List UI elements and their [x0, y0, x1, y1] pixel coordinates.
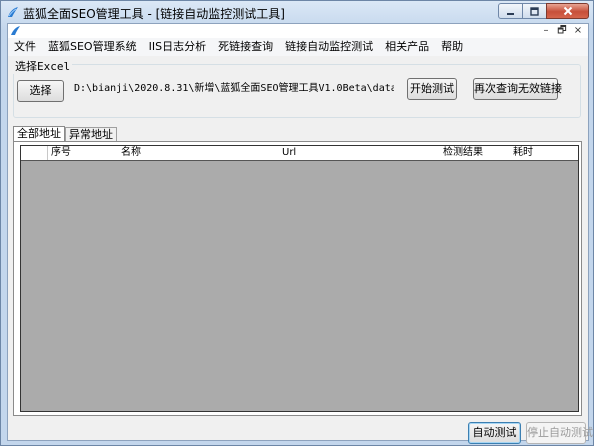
mdi-child-bar: – 🗗 × — [8, 24, 588, 39]
file-path-field[interactable]: D:\bianji\2020.8.31\新增\蓝狐全面SEO管理工具V1.0Be… — [74, 80, 394, 98]
window-controls — [498, 3, 589, 20]
results-grid[interactable]: 序号 名称 Url 检测结果 耗时 — [20, 145, 579, 412]
mdi-controls: – 🗗 × — [538, 24, 586, 37]
menu-help[interactable]: 帮助 — [435, 38, 469, 56]
excel-group-legend: 选择Excel — [13, 58, 73, 74]
select-file-button[interactable]: 选择 — [17, 80, 64, 102]
menu-iis-log[interactable]: IIS日志分析 — [143, 38, 212, 56]
tab-strip: 全部地址 异常地址 — [13, 126, 117, 142]
column-header-name[interactable]: 名称 — [121, 146, 141, 160]
grid-header: 序号 名称 Url 检测结果 耗时 — [21, 146, 578, 161]
minimize-button[interactable] — [498, 3, 523, 19]
tab-abnormal-addresses[interactable]: 异常地址 — [65, 127, 117, 142]
menu-dead-link[interactable]: 死链接查询 — [212, 38, 279, 56]
app-fox-icon — [8, 7, 18, 17]
menu-link-monitor[interactable]: 链接自动监控测试 — [279, 38, 379, 56]
mdi-close-button[interactable]: × — [570, 24, 586, 37]
window-title: 蓝狐全面SEO管理工具 - [链接自动监控测试工具] — [23, 7, 285, 21]
column-header-result[interactable]: 检测结果 — [443, 146, 483, 160]
title-bar[interactable]: 蓝狐全面SEO管理工具 - [链接自动监控测试工具] — [1, 1, 593, 23]
column-header-duration[interactable]: 耗时 — [513, 146, 533, 160]
menu-seo-system[interactable]: 蓝狐SEO管理系统 — [42, 38, 143, 56]
mdi-fox-icon[interactable] — [10, 25, 21, 36]
maximize-icon — [530, 6, 539, 16]
minimize-icon — [507, 12, 514, 15]
mdi-client: – 🗗 × 文件 蓝狐SEO管理系统 IIS日志分析 死链接查询 链接自动监控测… — [7, 23, 593, 444]
column-header-index[interactable]: 序号 — [51, 146, 71, 160]
tab-panel: 序号 名称 Url 检测结果 耗时 — [13, 141, 582, 416]
requery-invalid-links-button[interactable]: 再次查询无效链接 — [473, 78, 562, 100]
close-icon — [563, 6, 572, 16]
menu-related-products[interactable]: 相关产品 — [379, 38, 435, 56]
auto-test-button[interactable]: 自动测试 — [468, 422, 521, 444]
stop-auto-test-button[interactable]: 停止自动测试 — [526, 422, 593, 444]
mdi-minimize-button[interactable]: – — [538, 24, 554, 37]
menu-file[interactable]: 文件 — [8, 38, 42, 56]
column-separator — [47, 146, 48, 160]
tab-all-addresses[interactable]: 全部地址 — [13, 126, 65, 142]
app-window: 蓝狐全面SEO管理工具 - [链接自动监控测试工具] – 🗗 × 文件 蓝狐SE… — [0, 0, 594, 446]
start-test-button[interactable]: 开始测试 — [407, 78, 457, 100]
column-header-url[interactable]: Url — [282, 146, 296, 160]
close-button[interactable] — [546, 3, 589, 19]
mdi-restore-button[interactable]: 🗗 — [554, 24, 570, 37]
menu-bar: 文件 蓝狐SEO管理系统 IIS日志分析 死链接查询 链接自动监控测试 相关产品… — [8, 38, 588, 56]
maximize-button[interactable] — [522, 3, 547, 19]
column-header-select[interactable] — [23, 146, 47, 160]
